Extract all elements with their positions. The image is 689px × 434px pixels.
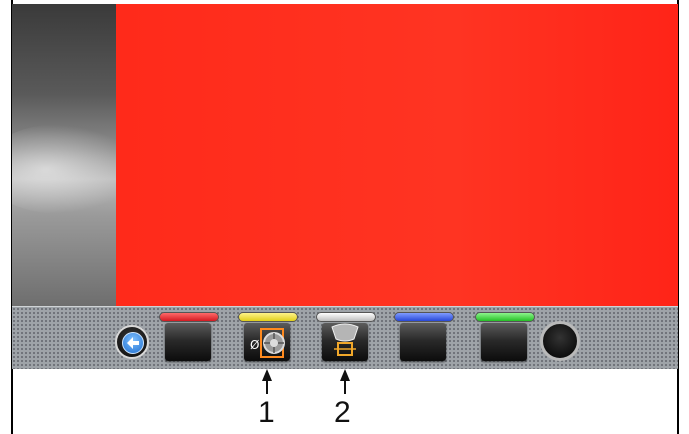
soft-key-1-button[interactable]: [165, 323, 211, 361]
callout-2-label: 2: [334, 396, 351, 429]
led-white: [316, 312, 376, 322]
soft-key-5-button[interactable]: [481, 323, 527, 361]
led-green: [475, 312, 535, 322]
rim-diameter-icon: Ø: [250, 328, 285, 358]
led-blue: [394, 312, 454, 322]
function-toolbar: Ø: [12, 306, 678, 369]
callout-2-arrow-shaft: [344, 380, 346, 394]
callout-1-label: 1: [258, 396, 275, 429]
tire-image-panel: [12, 4, 142, 306]
rim-width-icon: [331, 323, 359, 356]
rim-diameter-button[interactable]: Ø: [244, 323, 290, 361]
led-red: [159, 312, 219, 322]
svg-text:Ø: Ø: [250, 338, 259, 352]
led-yellow: [238, 312, 298, 322]
round-key-button[interactable]: [540, 321, 580, 361]
callout-1-arrow-shaft: [266, 380, 268, 394]
red-display-area: [116, 4, 678, 306]
machine-screen: Ø: [12, 4, 678, 369]
rim-width-button[interactable]: [322, 323, 368, 361]
back-arrow-icon: [122, 332, 144, 354]
back-button[interactable]: [115, 325, 149, 359]
soft-key-4-button[interactable]: [400, 323, 446, 361]
